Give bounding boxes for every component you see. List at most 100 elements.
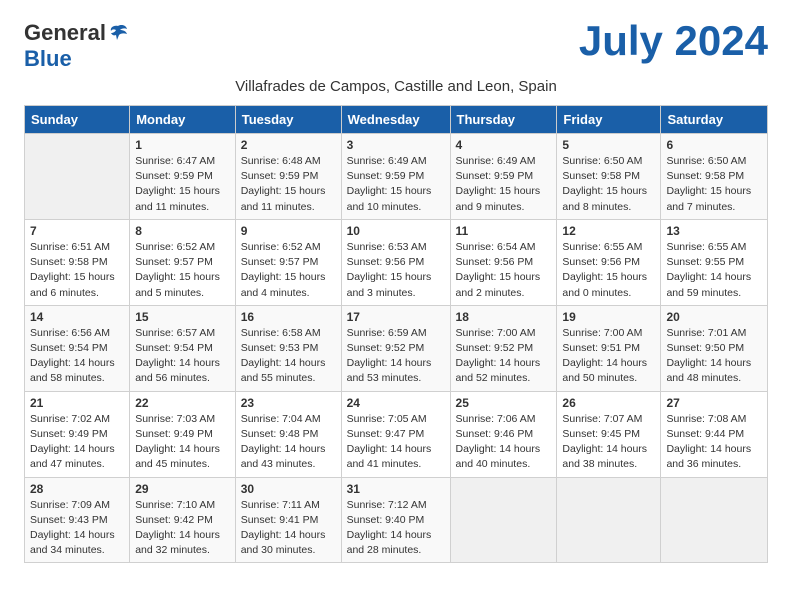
calendar-cell: 9 Sunrise: 6:52 AM Sunset: 9:57 PM Daylig… bbox=[235, 219, 341, 305]
day-detail: Sunrise: 7:00 AM Sunset: 9:51 PM Dayligh… bbox=[562, 326, 655, 387]
calendar-cell: 24 Sunrise: 7:05 AM Sunset: 9:47 PM Dayli… bbox=[341, 391, 450, 477]
calendar-cell: 3 Sunrise: 6:49 AM Sunset: 9:59 PM Daylig… bbox=[341, 134, 450, 220]
day-detail: Sunrise: 6:49 AM Sunset: 9:59 PM Dayligh… bbox=[347, 154, 445, 215]
calendar-cell: 10 Sunrise: 6:53 AM Sunset: 9:56 PM Dayli… bbox=[341, 219, 450, 305]
calendar-week-row: 21Sunrise: 7:02 AM Sunset: 9:49 PM Dayli… bbox=[25, 391, 768, 477]
calendar-cell bbox=[557, 477, 661, 563]
day-number: 21 bbox=[30, 396, 124, 410]
calendar-cell: 7Sunrise: 6:51 AM Sunset: 9:58 PM Daylig… bbox=[25, 219, 130, 305]
day-detail: Sunrise: 7:08 AM Sunset: 9:44 PM Dayligh… bbox=[666, 412, 762, 473]
day-detail: Sunrise: 7:05 AM Sunset: 9:47 PM Dayligh… bbox=[347, 412, 445, 473]
day-number: 9 bbox=[241, 224, 336, 238]
calendar-cell bbox=[661, 477, 768, 563]
calendar-cell: 12 Sunrise: 6:55 AM Sunset: 9:56 PM Dayli… bbox=[557, 219, 661, 305]
calendar-week-row: 28 Sunrise: 7:09 AM Sunset: 9:43 PM Dayli… bbox=[25, 477, 768, 563]
day-number: 28 bbox=[30, 482, 124, 496]
day-number: 27 bbox=[666, 396, 762, 410]
day-detail: Sunrise: 6:50 AM Sunset: 9:58 PM Dayligh… bbox=[666, 154, 762, 215]
day-number: 3 bbox=[347, 138, 445, 152]
day-number: 30 bbox=[241, 482, 336, 496]
calendar-cell: 16 Sunrise: 6:58 AM Sunset: 9:53 PM Dayli… bbox=[235, 305, 341, 391]
day-detail: Sunrise: 7:10 AM Sunset: 9:42 PM Dayligh… bbox=[135, 498, 230, 559]
day-detail: Sunrise: 7:07 AM Sunset: 9:45 PM Dayligh… bbox=[562, 412, 655, 473]
day-number: 31 bbox=[347, 482, 445, 496]
day-number: 15 bbox=[135, 310, 230, 324]
day-of-week-header: Saturday bbox=[661, 106, 768, 134]
day-of-week-header: Sunday bbox=[25, 106, 130, 134]
day-number: 7 bbox=[30, 224, 124, 238]
day-detail: Sunrise: 7:04 AM Sunset: 9:48 PM Dayligh… bbox=[241, 412, 336, 473]
calendar-cell: 19 Sunrise: 7:00 AM Sunset: 9:51 PM Dayli… bbox=[557, 305, 661, 391]
calendar-cell: 18 Sunrise: 7:00 AM Sunset: 9:52 PM Dayli… bbox=[450, 305, 557, 391]
day-of-week-header: Monday bbox=[130, 106, 236, 134]
day-number: 29 bbox=[135, 482, 230, 496]
calendar-week-row: 14Sunrise: 6:56 AM Sunset: 9:54 PM Dayli… bbox=[25, 305, 768, 391]
calendar-cell: 2Sunrise: 6:48 AM Sunset: 9:59 PM Daylig… bbox=[235, 134, 341, 220]
calendar-body: 1 Sunrise: 6:47 AM Sunset: 9:59 PM Daylig… bbox=[25, 134, 768, 563]
day-number: 26 bbox=[562, 396, 655, 410]
day-detail: Sunrise: 6:57 AM Sunset: 9:54 PM Dayligh… bbox=[135, 326, 230, 387]
calendar-cell: 20 Sunrise: 7:01 AM Sunset: 9:50 PM Dayli… bbox=[661, 305, 768, 391]
day-detail: Sunrise: 6:49 AM Sunset: 9:59 PM Dayligh… bbox=[456, 154, 552, 215]
day-detail: Sunrise: 6:58 AM Sunset: 9:53 PM Dayligh… bbox=[241, 326, 336, 387]
calendar-cell: 23 Sunrise: 7:04 AM Sunset: 9:48 PM Dayli… bbox=[235, 391, 341, 477]
days-of-week-row: SundayMondayTuesdayWednesdayThursdayFrid… bbox=[25, 106, 768, 134]
day-number: 18 bbox=[456, 310, 552, 324]
day-detail: Sunrise: 6:53 AM Sunset: 9:56 PM Dayligh… bbox=[347, 240, 445, 301]
day-number: 20 bbox=[666, 310, 762, 324]
day-number: 4 bbox=[456, 138, 552, 152]
day-detail: Sunrise: 7:00 AM Sunset: 9:52 PM Dayligh… bbox=[456, 326, 552, 387]
day-detail: Sunrise: 7:03 AM Sunset: 9:49 PM Dayligh… bbox=[135, 412, 230, 473]
day-detail: Sunrise: 6:55 AM Sunset: 9:56 PM Dayligh… bbox=[562, 240, 655, 301]
day-number: 22 bbox=[135, 396, 230, 410]
calendar-cell: 31 Sunrise: 7:12 AM Sunset: 9:40 PM Dayli… bbox=[341, 477, 450, 563]
header: General Blue July 2024 bbox=[24, 20, 768, 72]
day-number: 23 bbox=[241, 396, 336, 410]
calendar-cell: 11 Sunrise: 6:54 AM Sunset: 9:56 PM Dayli… bbox=[450, 219, 557, 305]
day-detail: Sunrise: 7:09 AM Sunset: 9:43 PM Dayligh… bbox=[30, 498, 124, 559]
month-year-title: July 2024 bbox=[579, 20, 768, 62]
calendar-week-row: 1 Sunrise: 6:47 AM Sunset: 9:59 PM Daylig… bbox=[25, 134, 768, 220]
day-detail: Sunrise: 6:52 AM Sunset: 9:57 PM Dayligh… bbox=[241, 240, 336, 301]
day-detail: Sunrise: 7:11 AM Sunset: 9:41 PM Dayligh… bbox=[241, 498, 336, 559]
day-number: 19 bbox=[562, 310, 655, 324]
day-detail: Sunrise: 6:48 AM Sunset: 9:59 PM Dayligh… bbox=[241, 154, 336, 215]
day-number: 12 bbox=[562, 224, 655, 238]
day-detail: Sunrise: 7:01 AM Sunset: 9:50 PM Dayligh… bbox=[666, 326, 762, 387]
day-of-week-header: Tuesday bbox=[235, 106, 341, 134]
day-number: 13 bbox=[666, 224, 762, 238]
day-detail: Sunrise: 6:50 AM Sunset: 9:58 PM Dayligh… bbox=[562, 154, 655, 215]
day-number: 11 bbox=[456, 224, 552, 238]
day-detail: Sunrise: 6:52 AM Sunset: 9:57 PM Dayligh… bbox=[135, 240, 230, 301]
day-number: 10 bbox=[347, 224, 445, 238]
calendar-cell: 26 Sunrise: 7:07 AM Sunset: 9:45 PM Dayli… bbox=[557, 391, 661, 477]
day-number: 8 bbox=[135, 224, 230, 238]
logo: General Blue bbox=[24, 20, 129, 72]
calendar-cell: 15 Sunrise: 6:57 AM Sunset: 9:54 PM Dayli… bbox=[130, 305, 236, 391]
day-of-week-header: Friday bbox=[557, 106, 661, 134]
calendar-cell: 21Sunrise: 7:02 AM Sunset: 9:49 PM Dayli… bbox=[25, 391, 130, 477]
day-detail: Sunrise: 6:47 AM Sunset: 9:59 PM Dayligh… bbox=[135, 154, 230, 215]
day-detail: Sunrise: 7:06 AM Sunset: 9:46 PM Dayligh… bbox=[456, 412, 552, 473]
day-of-week-header: Thursday bbox=[450, 106, 557, 134]
day-number: 24 bbox=[347, 396, 445, 410]
day-number: 1 bbox=[135, 138, 230, 152]
calendar-cell: 22 Sunrise: 7:03 AM Sunset: 9:49 PM Dayli… bbox=[130, 391, 236, 477]
subtitle: Villafrades de Campos, Castille and Leon… bbox=[24, 78, 768, 95]
day-number: 16 bbox=[241, 310, 336, 324]
calendar-cell: 1 Sunrise: 6:47 AM Sunset: 9:59 PM Daylig… bbox=[130, 134, 236, 220]
logo-bird-icon bbox=[107, 22, 129, 44]
calendar-cell: 29 Sunrise: 7:10 AM Sunset: 9:42 PM Dayli… bbox=[130, 477, 236, 563]
calendar-cell: 8 Sunrise: 6:52 AM Sunset: 9:57 PM Daylig… bbox=[130, 219, 236, 305]
calendar-cell bbox=[450, 477, 557, 563]
day-detail: Sunrise: 6:54 AM Sunset: 9:56 PM Dayligh… bbox=[456, 240, 552, 301]
calendar-cell: 17Sunrise: 6:59 AM Sunset: 9:52 PM Dayli… bbox=[341, 305, 450, 391]
calendar-cell: 13Sunrise: 6:55 AM Sunset: 9:55 PM Dayli… bbox=[661, 219, 768, 305]
calendar-cell: 6Sunrise: 6:50 AM Sunset: 9:58 PM Daylig… bbox=[661, 134, 768, 220]
calendar-cell: 27 Sunrise: 7:08 AM Sunset: 9:44 PM Dayli… bbox=[661, 391, 768, 477]
logo-blue: Blue bbox=[24, 46, 72, 72]
calendar-week-row: 7Sunrise: 6:51 AM Sunset: 9:58 PM Daylig… bbox=[25, 219, 768, 305]
day-number: 5 bbox=[562, 138, 655, 152]
day-number: 14 bbox=[30, 310, 124, 324]
day-detail: Sunrise: 7:12 AM Sunset: 9:40 PM Dayligh… bbox=[347, 498, 445, 559]
